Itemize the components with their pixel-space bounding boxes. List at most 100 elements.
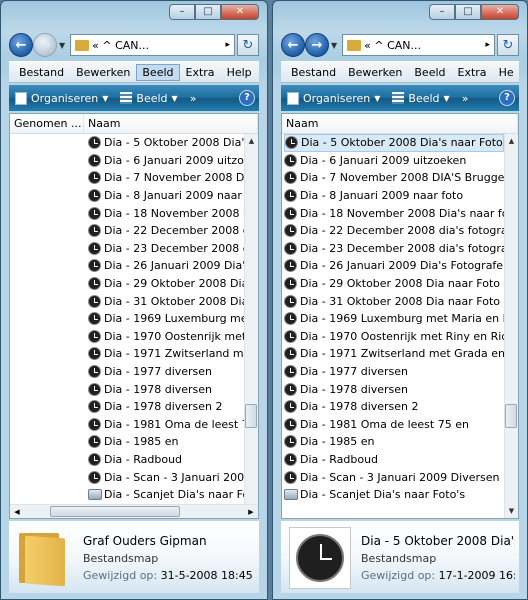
file-row[interactable]: Dia - Scanjet Dia's naar Foto's xyxy=(284,486,504,504)
menu-beeld[interactable]: Beeld xyxy=(408,64,451,81)
organize-button[interactable]: Organiseren ▼ xyxy=(281,91,386,105)
menu-extra[interactable]: Extra xyxy=(452,64,493,81)
scrollbar-thumb[interactable] xyxy=(245,404,257,428)
file-row[interactable]: Dia - 18 November 2008 D... xyxy=(88,204,244,222)
file-row[interactable]: Dia - 1977 diversen xyxy=(88,363,244,381)
address-bar[interactable]: « ^ CAN... ▸ xyxy=(342,34,495,56)
scrollbar-thumb[interactable] xyxy=(505,404,517,428)
minimize-button[interactable]: – xyxy=(429,4,455,20)
file-row[interactable]: Dia - 1981 Oma de leest 75 en xyxy=(284,416,504,434)
chevron-right-icon[interactable]: ▸ xyxy=(485,40,490,50)
scroll-down-icon[interactable]: ▼ xyxy=(505,504,518,518)
file-row[interactable]: Dia - 31 Oktober 2008 Dia ... xyxy=(88,292,244,310)
vertical-scrollbar[interactable]: ▲ ▼ xyxy=(244,134,258,518)
file-row[interactable]: Dia - 7 November 2008 DIA'S Brugge xyxy=(284,169,504,187)
file-row[interactable]: Dia - 26 Januari 2009 Dia's... xyxy=(88,257,244,275)
file-row[interactable]: Dia - 29 Oktober 2008 Dia ... xyxy=(88,275,244,293)
forward-button[interactable]: → xyxy=(33,33,57,57)
file-row[interactable]: Dia - 1978 diversen xyxy=(284,380,504,398)
file-row[interactable]: Dia - Radboud xyxy=(88,451,244,469)
file-row[interactable]: Dia - 1969 Luxemburg met Maria en H... xyxy=(284,310,504,328)
file-row[interactable]: Dia - 5 Oktober 2008 Dia's... xyxy=(88,134,244,152)
more-commands-button[interactable]: » xyxy=(184,92,203,105)
file-row[interactable]: Dia - 26 Januari 2009 Dia's Fotograferen xyxy=(284,257,504,275)
address-bar[interactable]: « ^ CAN... ▸ xyxy=(70,34,235,56)
file-row[interactable]: Dia - 8 Januari 2009 naar f... xyxy=(88,187,244,205)
file-row[interactable]: Dia - Scan - 3 Januari 2009 Diversen xyxy=(284,468,504,486)
close-button[interactable]: ✕ xyxy=(481,4,519,20)
view-button[interactable]: Beeld ▼ xyxy=(114,92,183,105)
file-name: Dia - 5 Oktober 2008 Dia's... xyxy=(104,136,244,150)
file-row[interactable]: Dia - Radboud xyxy=(284,451,504,469)
maximize-button[interactable]: □ xyxy=(195,4,221,20)
file-row[interactable]: Dia - 18 November 2008 Dia's naar foto xyxy=(284,204,504,222)
file-row[interactable]: Dia - 1969 Luxemburg met... xyxy=(88,310,244,328)
refresh-button[interactable]: ↻ xyxy=(237,34,259,56)
file-name: Dia - 6 Januari 2009 uitzoe... xyxy=(104,153,244,167)
file-row[interactable]: Dia - 8 Januari 2009 naar foto xyxy=(284,187,504,205)
file-row[interactable]: Dia - 31 Oktober 2008 Dia naar Foto xyxy=(284,292,504,310)
column-header-name[interactable]: ^ Naam xyxy=(282,114,518,133)
chevron-down-icon: ▼ xyxy=(102,93,109,103)
file-row[interactable]: Dia - Scan - 3 Januari 2009... xyxy=(88,468,244,486)
file-row[interactable]: Dia - 1970 Oostenrijk met ... xyxy=(88,328,244,346)
menu-extra[interactable]: Extra xyxy=(180,64,221,81)
file-row[interactable]: Dia - 1978 diversen 2 xyxy=(88,398,244,416)
file-row[interactable]: Dia - 5 Oktober 2008 Dia's naar Foto xyxy=(284,134,504,152)
file-row[interactable]: Dia - 23 December 2008 di... xyxy=(88,240,244,258)
view-button[interactable]: Beeld ▼ xyxy=(386,92,455,105)
menu-help[interactable]: He xyxy=(493,64,519,81)
recent-pages-dropdown-icon[interactable]: ▼ xyxy=(331,41,337,50)
scroll-left-icon[interactable]: ◀ xyxy=(10,505,24,518)
menu-bewerken[interactable]: Bewerken xyxy=(70,64,136,81)
help-icon[interactable]: ? xyxy=(499,90,515,106)
file-row[interactable]: Dia - 1977 diversen xyxy=(284,363,504,381)
folder-icon xyxy=(347,39,362,51)
recent-pages-dropdown-icon[interactable]: ▼ xyxy=(59,41,65,50)
back-button[interactable]: ← xyxy=(9,33,33,57)
file-row[interactable]: Dia - 1971 Zwitserland me... xyxy=(88,345,244,363)
file-row[interactable]: Dia - 1981 Oma de leest 75... xyxy=(88,416,244,434)
forward-button[interactable]: → xyxy=(305,33,329,57)
file-row[interactable]: Dia - 7 November 2008 DI... xyxy=(88,169,244,187)
scroll-up-icon[interactable]: ▲ xyxy=(245,134,258,148)
back-button[interactable]: ← xyxy=(281,33,305,57)
help-icon[interactable]: ? xyxy=(239,90,255,106)
file-row[interactable]: Dia - 1985 en xyxy=(284,433,504,451)
scroll-right-icon[interactable]: ▶ xyxy=(244,505,258,518)
horizontal-scrollbar-thumb[interactable] xyxy=(50,506,180,517)
close-button[interactable]: ✕ xyxy=(221,4,259,20)
scroll-up-icon[interactable]: ▲ xyxy=(505,134,518,148)
menu-bestand[interactable]: Bestand xyxy=(13,64,70,81)
column-header-name[interactable]: Naam xyxy=(84,114,258,133)
file-row[interactable]: Dia - 22 December 2008 dia's fotograf... xyxy=(284,222,504,240)
file-row[interactable]: Dia - 1978 diversen xyxy=(88,380,244,398)
more-commands-button[interactable]: » xyxy=(456,92,475,105)
vertical-scrollbar[interactable]: ▲ ▼ xyxy=(504,134,518,518)
file-row[interactable]: Dia - 1978 diversen 2 xyxy=(284,398,504,416)
menu-beeld[interactable]: Beeld xyxy=(136,63,180,81)
file-row[interactable]: Dia - 6 Januari 2009 uitzoe... xyxy=(88,152,244,170)
maximize-button[interactable]: □ xyxy=(455,4,481,20)
file-row[interactable]: Dia - Scanjet Dia's naar Fo... xyxy=(88,486,244,504)
file-row[interactable]: Dia - 1970 Oostenrijk met Riny en Rich..… xyxy=(284,328,504,346)
chevron-right-icon[interactable]: ▸ xyxy=(225,40,230,50)
column-header-date-taken[interactable]: Genomen ... xyxy=(10,114,84,133)
file-name: Dia - 1985 en xyxy=(104,435,179,449)
file-row[interactable]: Dia - 29 Oktober 2008 Dia naar Foto xyxy=(284,275,504,293)
file-name: Dia - 1977 diversen xyxy=(300,365,409,379)
organize-label: Organiseren xyxy=(31,91,99,105)
file-row[interactable]: Dia - 22 December 2008 di... xyxy=(88,222,244,240)
file-row[interactable]: Dia - 1971 Zwitserland met Grada en G... xyxy=(284,345,504,363)
menu-help[interactable]: Help xyxy=(221,64,258,81)
refresh-button[interactable]: ↻ xyxy=(497,34,519,56)
menu-bestand[interactable]: Bestand xyxy=(285,64,342,81)
organize-button[interactable]: Organiseren ▼ xyxy=(9,91,114,105)
minimize-button[interactable]: – xyxy=(169,4,195,20)
horizontal-scrollbar[interactable]: ◀ ▶ xyxy=(10,504,258,518)
menu-bewerken[interactable]: Bewerken xyxy=(342,64,408,81)
file-row[interactable]: Dia - 1985 en xyxy=(88,433,244,451)
file-row[interactable]: Dia - 23 December 2008 dia's fotograf... xyxy=(284,240,504,258)
file-row[interactable]: Dia - 6 Januari 2009 uitzoeken xyxy=(284,152,504,170)
file-name: Dia - 6 Januari 2009 uitzoeken xyxy=(300,153,467,167)
